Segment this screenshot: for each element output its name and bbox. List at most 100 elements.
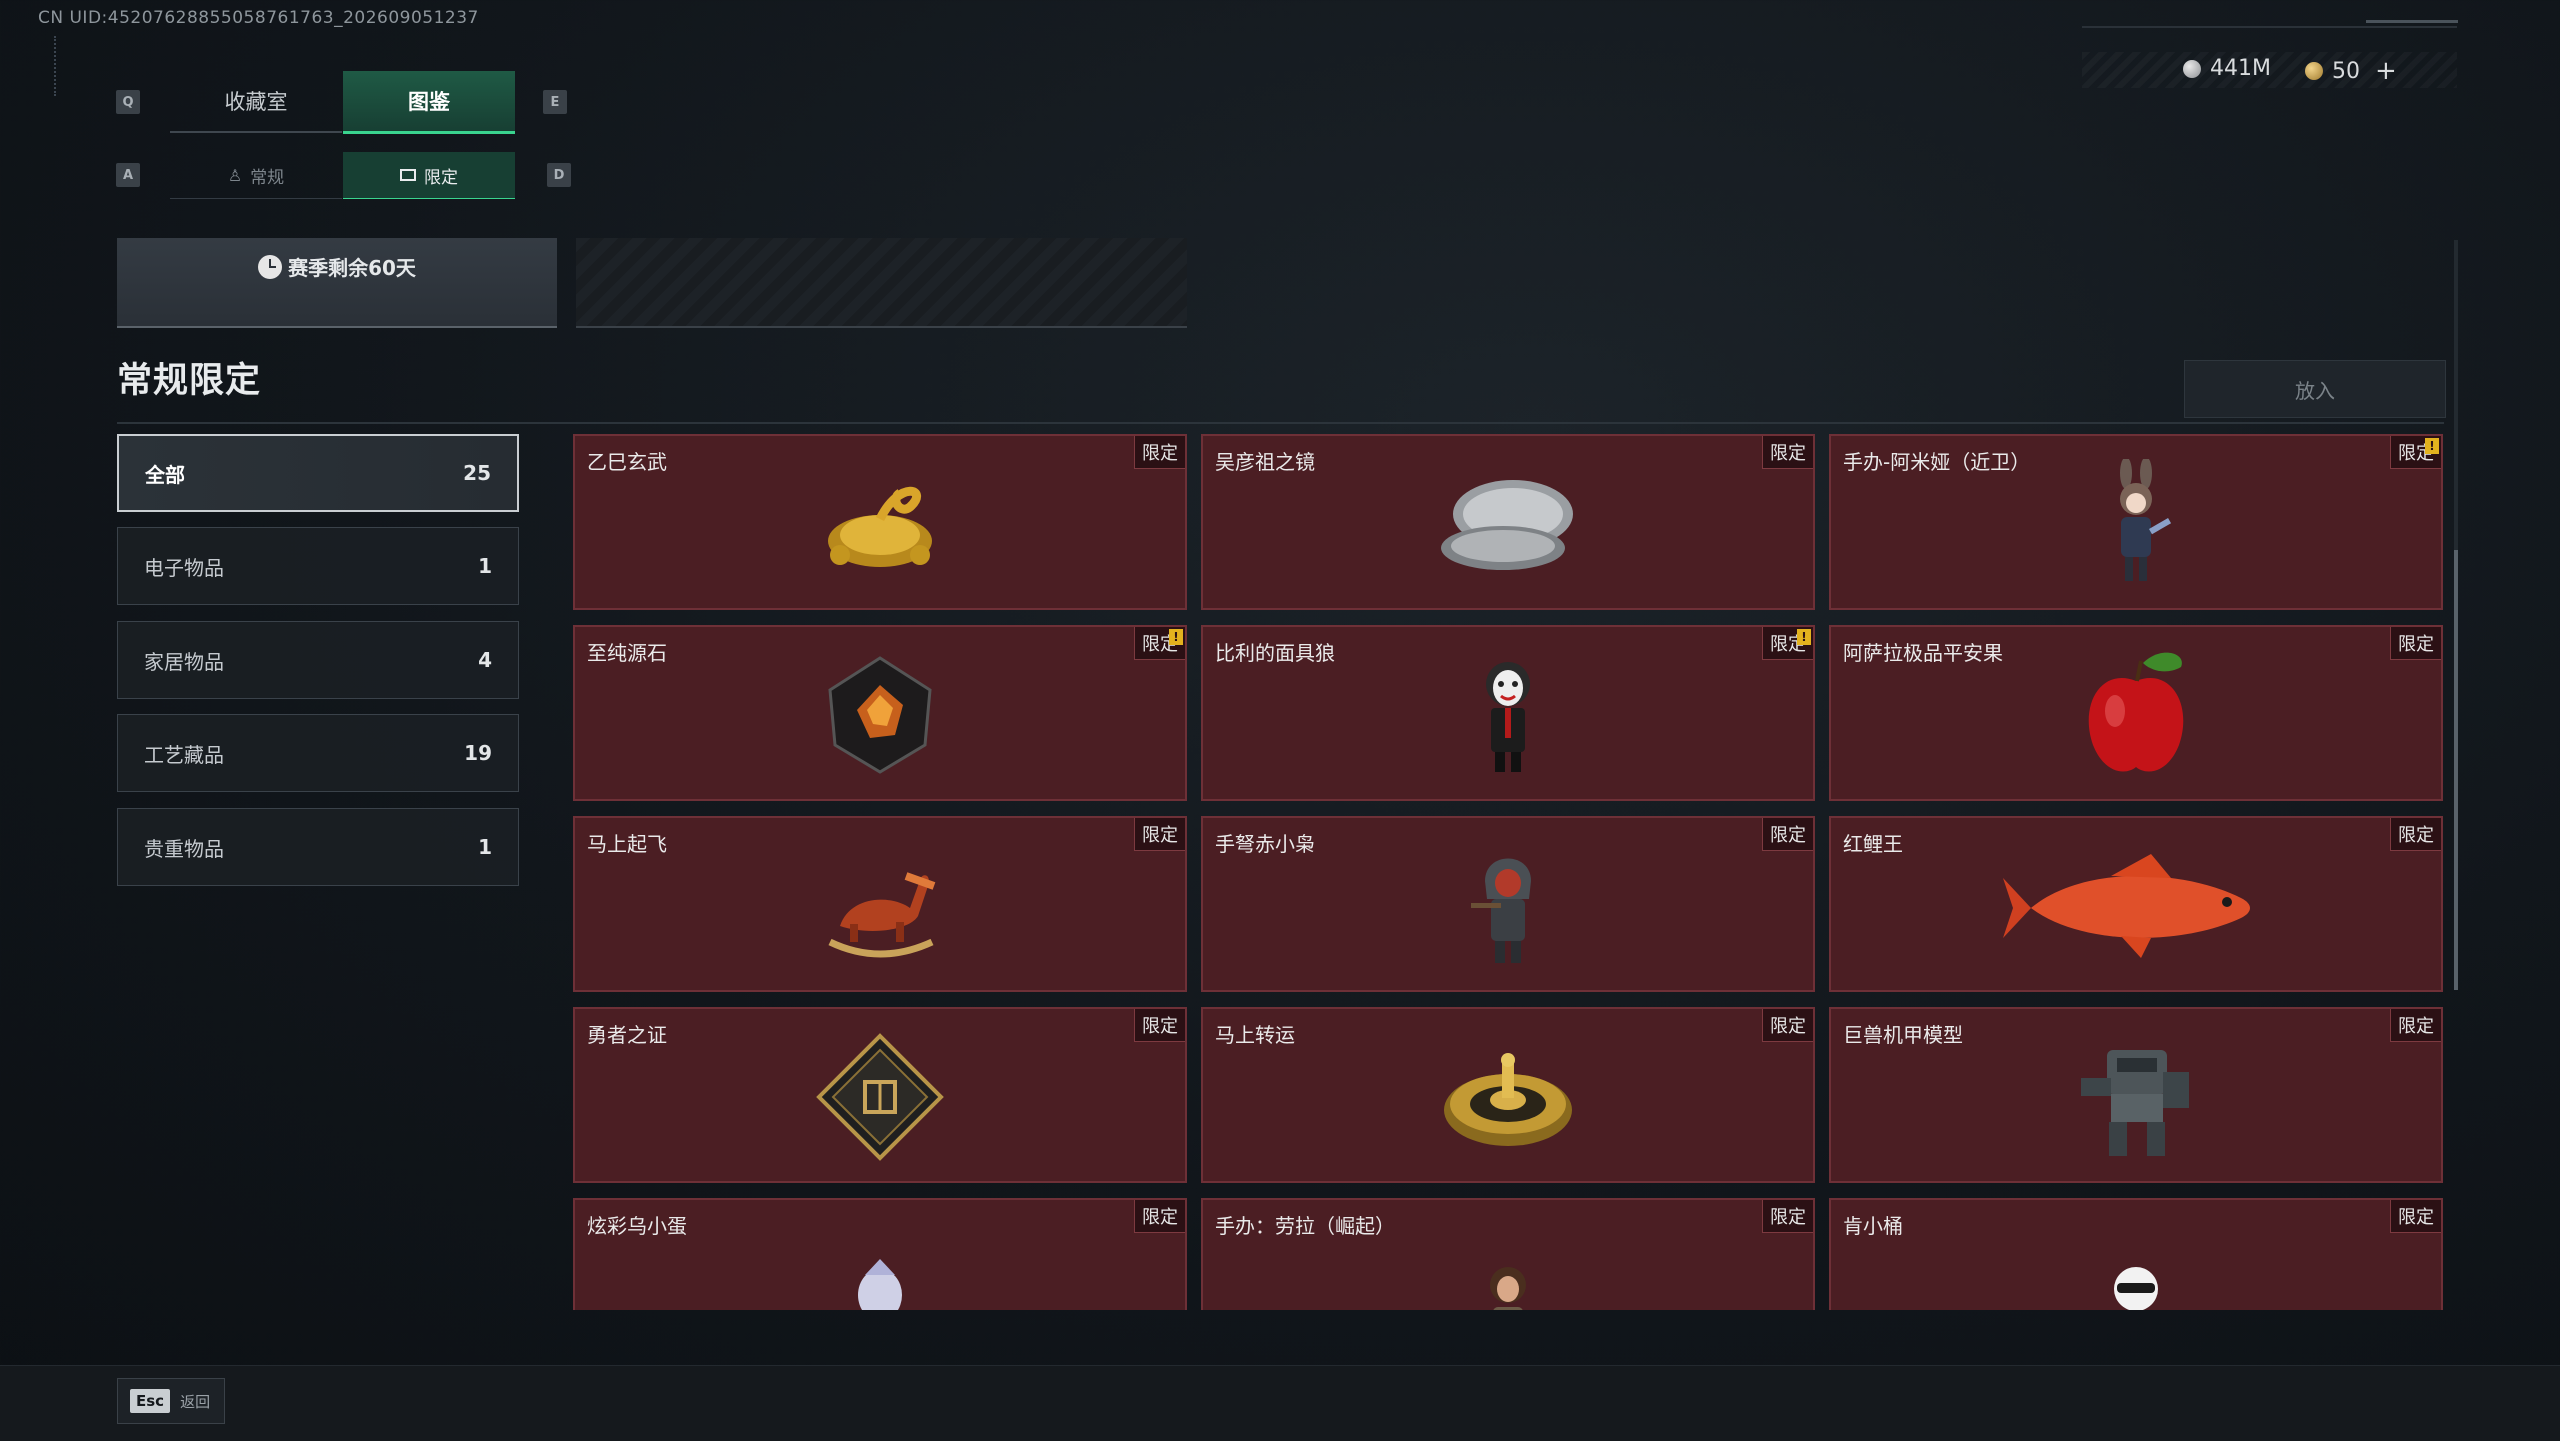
category-valuables[interactable]: 贵重物品 1: [117, 808, 519, 886]
figure-icon: ♙: [227, 165, 243, 185]
subtab-regular-label: 常规: [250, 167, 285, 188]
footer-bar: [0, 1365, 2560, 1441]
item-name: 乙巳玄武: [587, 450, 667, 474]
limited-tag: 限定: [1762, 1009, 1813, 1042]
item-card[interactable]: 阿萨拉极品平安果 限定: [1829, 625, 2443, 801]
golden-wheel-icon: [1444, 1053, 1572, 1146]
billy-puppet-icon: [1486, 662, 1530, 772]
item-card[interactable]: 手办-阿米娅（近卫） 限定 !: [1829, 434, 2443, 610]
topbar-line: [2082, 26, 2457, 28]
limited-tag: 限定: [1134, 818, 1185, 851]
silver-coin-icon: [2183, 59, 2201, 78]
category-count: 1: [478, 554, 492, 578]
item-card[interactable]: 勇者之证 限定: [573, 1007, 1187, 1183]
item-name: 炫彩乌小蛋: [587, 1214, 687, 1238]
key-hint-d: D: [547, 163, 571, 187]
golden-dragon-turtle-icon: [828, 486, 932, 567]
category-crafts[interactable]: 工艺藏品 19: [117, 714, 519, 792]
subtab-limited[interactable]: 限定: [343, 152, 515, 199]
compact-mirror-icon: [1441, 480, 1573, 570]
rocking-horse-icon: [828, 872, 936, 958]
category-count: 25: [463, 461, 491, 485]
limited-tag: 限定: [1134, 1009, 1185, 1042]
alert-icon: !: [2425, 438, 2439, 454]
season-remaining-text: 赛季剩余60天: [288, 256, 416, 280]
gold-amount: 50: [2332, 58, 2360, 84]
uid-text: CN UID:452076288550587617​63_20260905123…: [38, 8, 479, 28]
item-card[interactable]: 手弩赤小枭 限定: [1201, 816, 1815, 992]
season-banner[interactable]: 赛季剩余60天: [117, 238, 557, 328]
colonel-figure-icon: [2114, 1267, 2158, 1310]
category-label: 全部: [145, 462, 185, 487]
item-card[interactable]: 至纯源石 限定 !: [573, 625, 1187, 801]
back-button[interactable]: Esc 返回: [117, 1378, 225, 1424]
limited-tag: 限定: [1762, 818, 1813, 851]
item-card[interactable]: 手办：劳拉（崛起） 限定: [1201, 1198, 1815, 1310]
mech-model-icon: [2081, 1050, 2189, 1156]
limited-tag: 限定: [2390, 1200, 2441, 1233]
esc-key-hint: Esc: [130, 1389, 171, 1413]
item-card[interactable]: 肯小桶 限定: [1829, 1198, 2443, 1310]
divider: [117, 422, 2444, 424]
item-name: 比利的面具狼: [1215, 641, 1335, 665]
item-card[interactable]: 比利的面具狼 限定 !: [1201, 625, 1815, 801]
add-currency-button[interactable]: +: [2375, 56, 2397, 86]
tab-collection-room[interactable]: 收藏室: [170, 71, 342, 133]
category-electronics[interactable]: 电子物品 1: [117, 527, 519, 605]
item-card[interactable]: 乙巳玄武 限定: [573, 434, 1187, 610]
page-title: 常规限定: [117, 361, 262, 401]
limited-tag: 限定: [1134, 1200, 1185, 1233]
silver-amount: 441M: [2210, 56, 2271, 81]
egg-figure-icon: [858, 1259, 902, 1310]
limited-tag: 限定: [2390, 818, 2441, 851]
scrollbar-thumb[interactable]: [2454, 550, 2458, 990]
item-grid: 乙巳玄武 限定 吴彦祖之镜 限定 手办-阿米娅（近卫） 限定 ! 至纯源石 限定…: [573, 434, 2444, 1310]
item-card[interactable]: 巨兽机甲模型 限定: [1829, 1007, 2443, 1183]
category-household[interactable]: 家居物品 4: [117, 621, 519, 699]
item-name: 手弩赤小枭: [1215, 832, 1315, 856]
item-name: 巨兽机甲模型: [1843, 1023, 1963, 1047]
item-card[interactable]: 吴彦祖之镜 限定: [1201, 434, 1815, 610]
item-name: 马上转运: [1215, 1023, 1295, 1047]
badge-plaque-icon: [816, 1033, 944, 1161]
alert-icon: !: [1169, 629, 1183, 645]
item-name: 红鲤王: [1843, 832, 1903, 856]
tab-catalog[interactable]: 图鉴: [343, 71, 515, 134]
decorative-line: [54, 36, 70, 96]
lara-figure-icon: [1490, 1267, 1526, 1310]
item-name: 勇者之证: [587, 1023, 667, 1047]
silver-currency: 441M: [2183, 56, 2271, 81]
amiya-figure-icon: [2120, 459, 2172, 581]
item-card[interactable]: 马上转运 限定: [1201, 1007, 1815, 1183]
topbar-line-accent: [2366, 20, 2458, 23]
originium-crystal-icon: [828, 656, 932, 774]
category-all[interactable]: 全部 25: [117, 434, 519, 512]
gold-currency: 50 +: [2305, 56, 2397, 86]
item-card[interactable]: 红鲤王 限定: [1829, 816, 2443, 992]
clock-icon: [258, 254, 283, 279]
subtab-regular[interactable]: ♙ 常规: [170, 152, 342, 199]
limited-tag: 限定: [2390, 627, 2441, 660]
item-name: 至纯源石: [587, 641, 667, 665]
alert-icon: !: [1797, 629, 1811, 645]
limited-tag: 限定: [1762, 1200, 1813, 1233]
put-in-button[interactable]: 放入: [2184, 360, 2446, 418]
scrollbar[interactable]: [2454, 240, 2458, 990]
picture-icon: [400, 169, 416, 181]
item-name: 肯小桶: [1843, 1214, 1903, 1238]
red-carp-icon: [2003, 854, 2250, 958]
limited-tag: 限定: [1762, 436, 1813, 469]
key-hint-a: A: [116, 163, 140, 187]
category-count: 1: [478, 835, 492, 859]
crossbow-figure-icon: [1471, 858, 1531, 963]
subtab-limited-label: 限定: [424, 167, 458, 188]
item-card[interactable]: 炫彩乌小蛋 限定: [573, 1198, 1187, 1310]
item-name: 吴彦祖之镜: [1215, 450, 1315, 474]
item-card[interactable]: 马上起飞 限定: [573, 816, 1187, 992]
event-banner-placeholder[interactable]: [576, 238, 1187, 328]
limited-tag: 限定: [1134, 436, 1185, 469]
category-count: 19: [464, 741, 492, 765]
item-name: 手办：劳拉（崛起）: [1215, 1214, 1395, 1238]
gold-coin-icon: [2305, 62, 2323, 80]
key-hint-q: Q: [116, 90, 140, 114]
